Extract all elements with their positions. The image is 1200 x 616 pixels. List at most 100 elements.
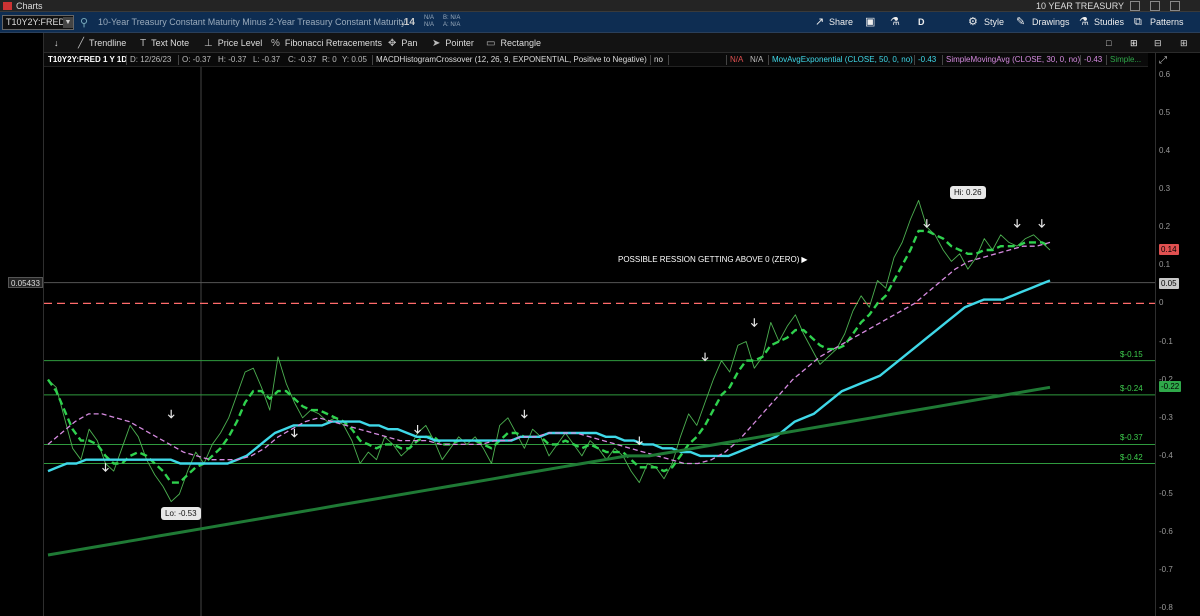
share-icon[interactable]: ↗ bbox=[815, 12, 824, 33]
studies-icon[interactable]: ⚗ bbox=[1079, 12, 1089, 33]
charts-app: Charts 10 YEAR TREASURY T10Y2Y:FRED ▼ ⚲ … bbox=[0, 0, 1200, 616]
signal-arrow-icon bbox=[167, 409, 175, 419]
price-tag: 0.05 bbox=[1159, 278, 1179, 290]
chart-info-strip: T10Y2Y:FRED 1 Y 1D D: 12/26/23 O: -0.37 … bbox=[44, 53, 1148, 67]
symbol-selector[interactable]: T10Y2Y:FRED ▼ bbox=[2, 15, 74, 30]
series-line-simplemovingavg bbox=[47, 241, 1051, 465]
signal-arrow-icon bbox=[290, 428, 298, 438]
text-icon: T bbox=[140, 38, 147, 49]
maximize-icon[interactable]: □ bbox=[1106, 33, 1111, 53]
y-tick-label: 0.3 bbox=[1159, 184, 1171, 193]
layout-grid-icon[interactable]: ⊞ bbox=[1130, 33, 1138, 53]
fibonacci-label: Fibonacci Retracements bbox=[284, 38, 382, 48]
study-macd-value: no bbox=[654, 55, 663, 64]
chart-title: T10Y2Y:FRED 1 Y 1D bbox=[48, 55, 128, 64]
study-na-b: N/A bbox=[750, 55, 764, 64]
percent-icon: % bbox=[271, 38, 280, 49]
y-tick-label: 0 bbox=[1159, 298, 1164, 308]
price-level-label: $-0.37 bbox=[1120, 433, 1143, 443]
y-tick-label: -0.7 bbox=[1159, 565, 1173, 575]
y-tick-label: 0.2 bbox=[1159, 222, 1171, 232]
pointer-tool[interactable]: ➤ Pointer bbox=[432, 33, 474, 53]
style-button[interactable]: Style bbox=[984, 12, 1004, 33]
drawings-icon[interactable]: ✎ bbox=[1016, 12, 1025, 33]
symbol-description: 10-Year Treasury Constant Maturity Minus… bbox=[98, 17, 406, 27]
close-icon[interactable] bbox=[1170, 1, 1180, 11]
low-flag: Lo: -0.53 bbox=[161, 507, 201, 521]
y-tick-label: 0.5 bbox=[1159, 107, 1171, 117]
signal-arrow-icon bbox=[520, 409, 528, 419]
symbol-input[interactable]: T10Y2Y:FRED bbox=[6, 16, 65, 29]
symbol-header: T10Y2Y:FRED ▼ ⚲ 10-Year Treasury Constan… bbox=[0, 12, 1200, 33]
y-tick-label: -0.5 bbox=[1159, 489, 1173, 498]
price-level-icon: ⊥ bbox=[204, 38, 213, 49]
close-value: C: -0.37 bbox=[288, 55, 317, 64]
high-value: H: -0.37 bbox=[218, 55, 247, 64]
series-line-simplemovingavg200 bbox=[47, 385, 1051, 557]
link-icon[interactable] bbox=[1130, 1, 1140, 11]
pointer-label: Pointer bbox=[445, 38, 474, 48]
style-icon[interactable]: ⚙ bbox=[968, 12, 978, 33]
price-axis[interactable]: 0.6 0.5 0.4 0.3 0.2 0.1 0 -0.1 -0.2 -0.3 -0.4 -0.5-… bbox=[1155, 53, 1200, 616]
textnote-tool[interactable]: T Text Note bbox=[140, 33, 189, 53]
panel-icon[interactable]: ⊟ bbox=[1154, 33, 1162, 53]
range-value: R: 0 bbox=[322, 55, 337, 64]
na-label-1: N/A bbox=[424, 15, 435, 21]
y-tick-label: -0.8 bbox=[1159, 603, 1173, 613]
ask-label: A: N/A bbox=[443, 22, 461, 28]
annotation-arrow-icon: ▶ bbox=[801, 255, 808, 265]
price-chart[interactable] bbox=[44, 67, 1155, 616]
share-button[interactable]: Share bbox=[829, 12, 853, 33]
drawings-button[interactable]: Drawings bbox=[1032, 12, 1070, 33]
y-tick-label: -0.3 bbox=[1159, 412, 1173, 422]
settings-icon[interactable] bbox=[1150, 1, 1160, 11]
flask-icon[interactable]: ⚗ bbox=[890, 12, 900, 33]
study-ema[interactable]: MovAvgExponential (CLOSE, 50, 0, no) bbox=[772, 53, 913, 66]
trendline-tool[interactable]: ╱ Trendline bbox=[78, 33, 126, 53]
study-na-a: N/A bbox=[730, 55, 744, 64]
charts-app-icon bbox=[3, 2, 12, 10]
fibonacci-tool[interactable]: % Fibonacci Retracements bbox=[271, 33, 382, 53]
grid-icon[interactable]: ▣ bbox=[865, 12, 875, 33]
signal-arrow-icon bbox=[102, 463, 109, 472]
pricelevel-tool[interactable]: ⊥ Price Level bbox=[204, 33, 262, 53]
chart-annotation[interactable]: POSSIBLE RESSION GETTING ABOVE 0 (ZERO) ▶ bbox=[618, 255, 808, 264]
drawing-toolbar: ↓ ╱ Trendline T Text Note ⊥ Price Level % Fi… bbox=[44, 33, 1200, 53]
na-label-2: N/A bbox=[424, 22, 435, 28]
chevron-down-icon[interactable]: ▼ bbox=[63, 17, 73, 28]
study-sma[interactable]: SimpleMovingAvg (CLOSE, 30, 0, no) bbox=[946, 53, 1080, 66]
y-tick-label: 0.1 bbox=[1159, 260, 1171, 270]
price-tag: 0.14 bbox=[1159, 244, 1179, 255]
last-price: .14 bbox=[401, 17, 415, 28]
trendline-icon: ╱ bbox=[78, 38, 85, 49]
pan-icon: ✥ bbox=[388, 38, 397, 49]
study-macd[interactable]: MACDHistogramCrossover (12, 26, 9, EXPON… bbox=[376, 53, 647, 66]
signal-arrow-icon bbox=[414, 425, 422, 434]
patterns-icon[interactable]: ⧉ bbox=[1134, 12, 1142, 33]
y-tick-label: 0.6 bbox=[1159, 69, 1171, 79]
series-line-movavgexponential bbox=[47, 279, 1051, 473]
study-sma200[interactable]: Simple... bbox=[1110, 53, 1141, 66]
price-level-label: $-0.24 bbox=[1120, 383, 1143, 393]
link-chain-icon[interactable]: ⚲ bbox=[80, 16, 88, 29]
annotation-text: POSSIBLE RESSION GETTING ABOVE 0 (ZERO) bbox=[618, 255, 800, 265]
price-level-label: $-0.15 bbox=[1120, 349, 1143, 359]
scale-icon[interactable]: ⤢ bbox=[1159, 55, 1167, 66]
y-value: Y: 0.05 bbox=[342, 55, 367, 64]
y-tick-label: -0.6 bbox=[1159, 527, 1173, 537]
patterns-button[interactable]: Patterns bbox=[1150, 12, 1184, 33]
y-tick-label: 0.4 bbox=[1159, 145, 1171, 155]
pan-tool[interactable]: ✥ Pan bbox=[388, 33, 417, 53]
watchlist-name[interactable]: 10 YEAR TREASURY bbox=[1036, 0, 1124, 12]
signal-arrow-icon bbox=[701, 352, 709, 362]
date-value: D: 12/26/23 bbox=[130, 55, 172, 64]
textnote-label: Text Note bbox=[151, 38, 190, 48]
period-button[interactable]: D bbox=[918, 12, 925, 33]
rectangle-tool[interactable]: ▭ Rectangle bbox=[486, 33, 541, 53]
rectangle-label: Rectangle bbox=[500, 38, 541, 48]
studies-button[interactable]: Studies bbox=[1094, 12, 1124, 33]
price-tag: -0.22 bbox=[1159, 381, 1182, 393]
pin-icon[interactable]: ↓ bbox=[54, 33, 59, 53]
y-tick-label: -0.4 bbox=[1159, 450, 1173, 460]
expand-icon[interactable]: ⊞ bbox=[1180, 33, 1188, 53]
